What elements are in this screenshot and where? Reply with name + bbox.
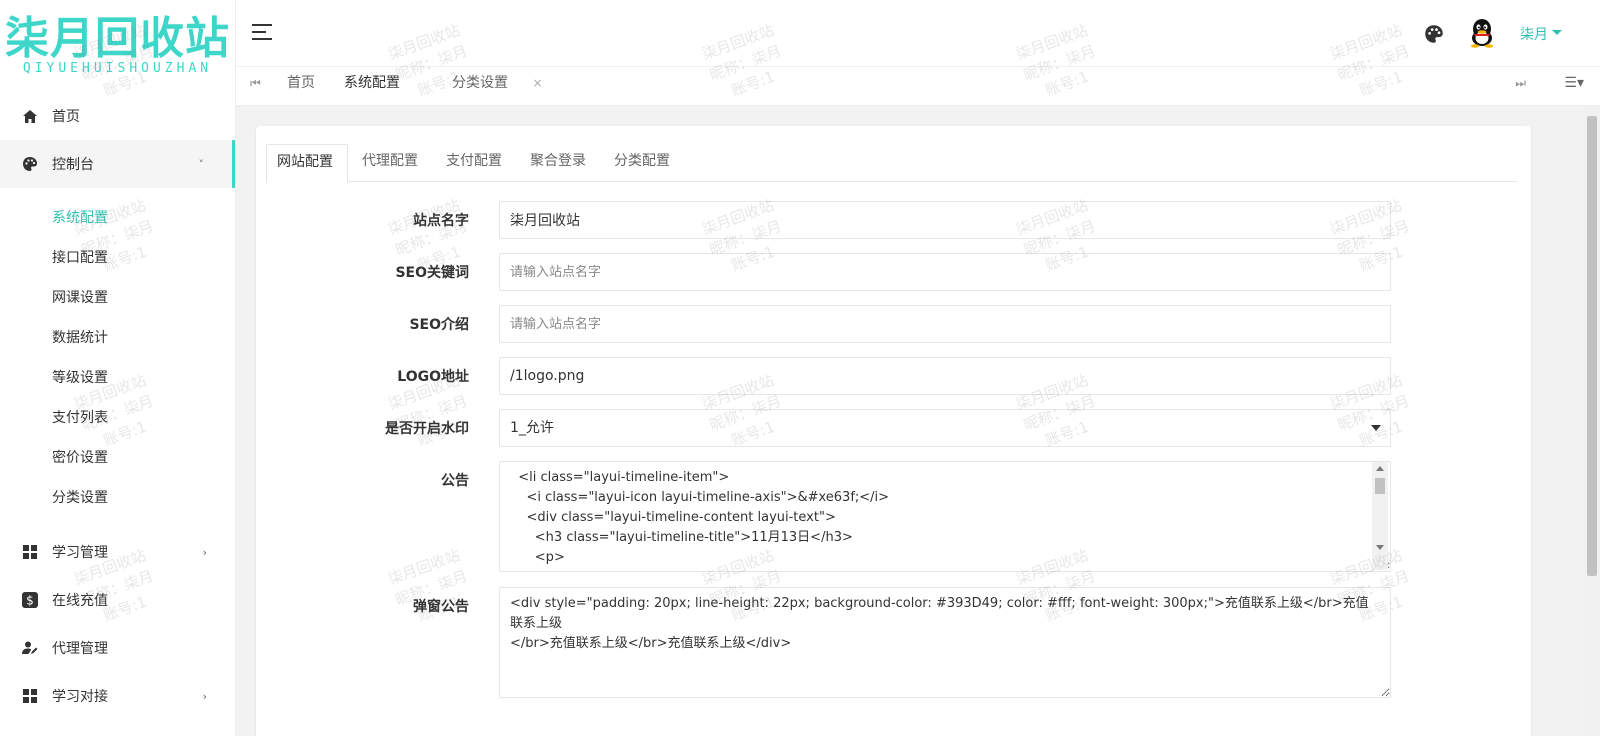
sidebar-item-label: 学习管理 [52, 545, 108, 561]
sidebar-item-online-recharge[interactable]: $ 在线充值 [0, 576, 235, 624]
home-icon [22, 108, 38, 124]
seo-intro-input[interactable] [499, 305, 1391, 343]
submenu-item-level-settings[interactable]: 等级设置 [0, 358, 235, 398]
sidebar-item-label: 控制台 [52, 157, 94, 173]
sidebar-submenu: 系统配置 接口配置 网课设置 数据统计 等级设置 支付列表 密价设置 分类设置 [0, 188, 235, 528]
notice-label: 公告 [441, 473, 469, 489]
popup-notice-label: 弹窗公告 [413, 599, 469, 615]
logo-subtitle: QIYUEHUISHOUZHAN [22, 61, 213, 76]
sidebar: 柒月回收站 QIYUEHUISHOUZHAN 首页 控制台 ˅ 系统配置 接口配… [0, 0, 236, 736]
watermark-label: 是否开启水印 [385, 421, 469, 437]
sidebar-menu-lower: 学习管理 › $ 在线充值 代理管理 学习对接 › [0, 528, 235, 720]
sidebar-item-label: 首页 [52, 109, 80, 125]
palette-icon [22, 156, 38, 172]
sidebar-item-agent-management[interactable]: 代理管理 [0, 624, 235, 672]
tab-system-config[interactable]: 系统配置 [344, 67, 400, 107]
top-header: 柒月 [236, 0, 1600, 66]
user-edit-icon [22, 640, 38, 656]
tab-home[interactable]: 首页 [287, 67, 315, 107]
theme-palette-icon[interactable] [1424, 24, 1444, 44]
watermark-select[interactable]: 1_允许 [499, 409, 1391, 447]
grid-icon [22, 544, 38, 560]
subtab-aggregate-login[interactable]: 聚合登录 [516, 144, 600, 181]
chevron-right-icon: › [202, 545, 207, 559]
sidebar-item-study-management[interactable]: 学习管理 › [0, 528, 235, 576]
sidebar-item-home[interactable]: 首页 [0, 92, 235, 140]
main-panel: 网站配置 代理配置 支付配置 聚合登录 分类配置 站点名字 SEO关键词 SEO… [256, 126, 1531, 736]
sidebar-item-console[interactable]: 控制台 ˅ [0, 140, 235, 188]
scrollbar-thumb[interactable] [1375, 478, 1385, 494]
seo-keywords-label: SEO关键词 [395, 265, 469, 281]
sidebar-item-label: 在线充值 [52, 593, 108, 609]
dollar-icon: $ [22, 592, 38, 608]
tab-label: 首页 [287, 75, 315, 91]
subtab-category-config[interactable]: 分类配置 [600, 144, 684, 181]
submenu-item-category-settings[interactable]: 分类设置 [0, 478, 235, 518]
watermark-select-value: 1_允许 [510, 420, 554, 436]
subtab-agent-config[interactable]: 代理配置 [348, 144, 432, 181]
submenu-item-api-config[interactable]: 接口配置 [0, 238, 235, 278]
grid-icon [22, 688, 38, 704]
sidebar-item-label: 学习对接 [52, 689, 108, 705]
sidebar-menu: 首页 控制台 ˅ [0, 92, 235, 188]
page-scrollbar-thumb[interactable] [1587, 116, 1597, 576]
menu-toggle-icon[interactable] [252, 24, 272, 40]
svg-text:$: $ [26, 594, 34, 608]
submenu-item-payment-list[interactable]: 支付列表 [0, 398, 235, 438]
submenu-item-course-settings[interactable]: 网课设置 [0, 278, 235, 318]
logo-url-input[interactable] [499, 357, 1391, 395]
tab-menu-icon[interactable]: ☰▾ [1564, 75, 1584, 91]
seo-intro-label: SEO介绍 [409, 317, 469, 333]
scroll-up-icon[interactable] [1376, 466, 1384, 471]
avatar[interactable] [1468, 18, 1496, 48]
tabs-bar: ⏮ 首页 系统配置 分类设置 × ⏭ ☰▾ [236, 66, 1600, 106]
tab-label: 分类设置 [452, 75, 508, 91]
close-icon[interactable]: × [532, 76, 542, 90]
tab-scroll-left-icon[interactable]: ⏮ [250, 76, 261, 91]
subtab-site-config[interactable]: 网站配置 [266, 144, 348, 183]
submenu-item-system-config[interactable]: 系统配置 [0, 198, 235, 238]
tab-label: 系统配置 [344, 75, 400, 91]
popup-notice-textarea[interactable] [499, 587, 1391, 698]
logo-title: 柒月回收站 [5, 13, 230, 64]
tab-category-settings[interactable]: 分类设置 × [452, 67, 543, 107]
caret-down-icon[interactable] [1552, 30, 1562, 35]
notice-textarea[interactable] [499, 461, 1391, 572]
subtab-payment-config[interactable]: 支付配置 [432, 144, 516, 181]
config-subtabs: 网站配置 代理配置 支付配置 聚合登录 分类配置 [266, 144, 1517, 183]
sidebar-item-label: 代理管理 [52, 641, 108, 657]
sidebar-item-study-docking[interactable]: 学习对接 › [0, 672, 235, 720]
submenu-item-data-stats[interactable]: 数据统计 [0, 318, 235, 358]
submenu-item-price-settings[interactable]: 密价设置 [0, 438, 235, 478]
logo-url-label: LOGO地址 [397, 369, 469, 385]
logo[interactable]: 柒月回收站 QIYUEHUISHOUZHAN [0, 0, 235, 88]
site-name-input[interactable] [499, 201, 1391, 239]
page-scrollbar[interactable] [1584, 106, 1600, 736]
notice-scrollbar[interactable] [1372, 462, 1388, 570]
user-name[interactable]: 柒月 [1520, 24, 1548, 44]
chevron-down-icon: ˅ [198, 157, 205, 171]
site-name-label: 站点名字 [413, 213, 469, 229]
select-arrow-icon[interactable] [1371, 425, 1381, 431]
seo-keywords-input[interactable] [499, 253, 1391, 291]
scroll-down-icon[interactable] [1376, 545, 1384, 550]
chevron-right-icon: › [202, 689, 207, 703]
tab-scroll-right-icon[interactable]: ⏭ [1515, 76, 1526, 91]
